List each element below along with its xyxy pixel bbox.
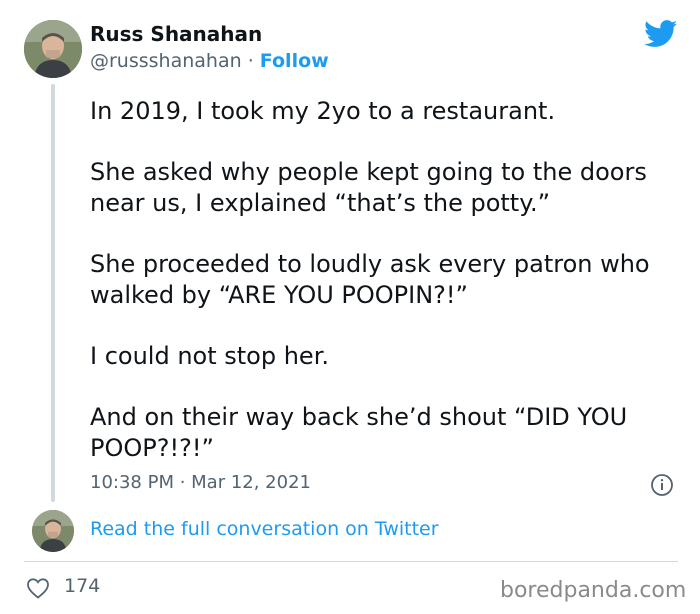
tweet-paragraph: She asked why people kept going to the d… xyxy=(90,158,647,217)
tweet-timestamp[interactable]: 10:38 PM · Mar 12, 2021 xyxy=(90,472,311,493)
tweet-paragraph: She proceeded to loudly ask every patron… xyxy=(90,250,650,309)
tweet-text: In 2019, I took my 2yo to a restaurant. … xyxy=(90,96,680,494)
follow-button[interactable]: Follow xyxy=(260,50,329,72)
read-conversation-link[interactable]: Read the full conversation on Twitter xyxy=(90,518,439,540)
conversation-avatar[interactable] xyxy=(32,510,74,552)
like-count[interactable]: 174 xyxy=(64,575,100,597)
author-avatar[interactable] xyxy=(24,20,82,78)
tweet-paragraph: I could not stop her. xyxy=(90,342,329,370)
thread-line xyxy=(51,84,55,502)
author-handle[interactable]: @russshanahan xyxy=(90,50,242,72)
avatar-photo xyxy=(32,510,74,552)
watermark: boredpanda.com xyxy=(500,578,687,603)
info-icon[interactable] xyxy=(650,473,674,497)
divider xyxy=(24,561,678,562)
author-handle-row: @russshanahan · Follow xyxy=(90,50,329,72)
avatar-photo xyxy=(24,20,82,78)
heart-icon[interactable] xyxy=(26,577,50,599)
twitter-bird-icon[interactable] xyxy=(644,20,678,48)
tweet-paragraph: In 2019, I took my 2yo to a restaurant. xyxy=(90,97,556,125)
separator-dot: · xyxy=(247,50,254,72)
author-name[interactable]: Russ Shanahan xyxy=(90,22,262,46)
tweet-paragraph: And on their way back she’d shout “DID Y… xyxy=(90,403,628,462)
